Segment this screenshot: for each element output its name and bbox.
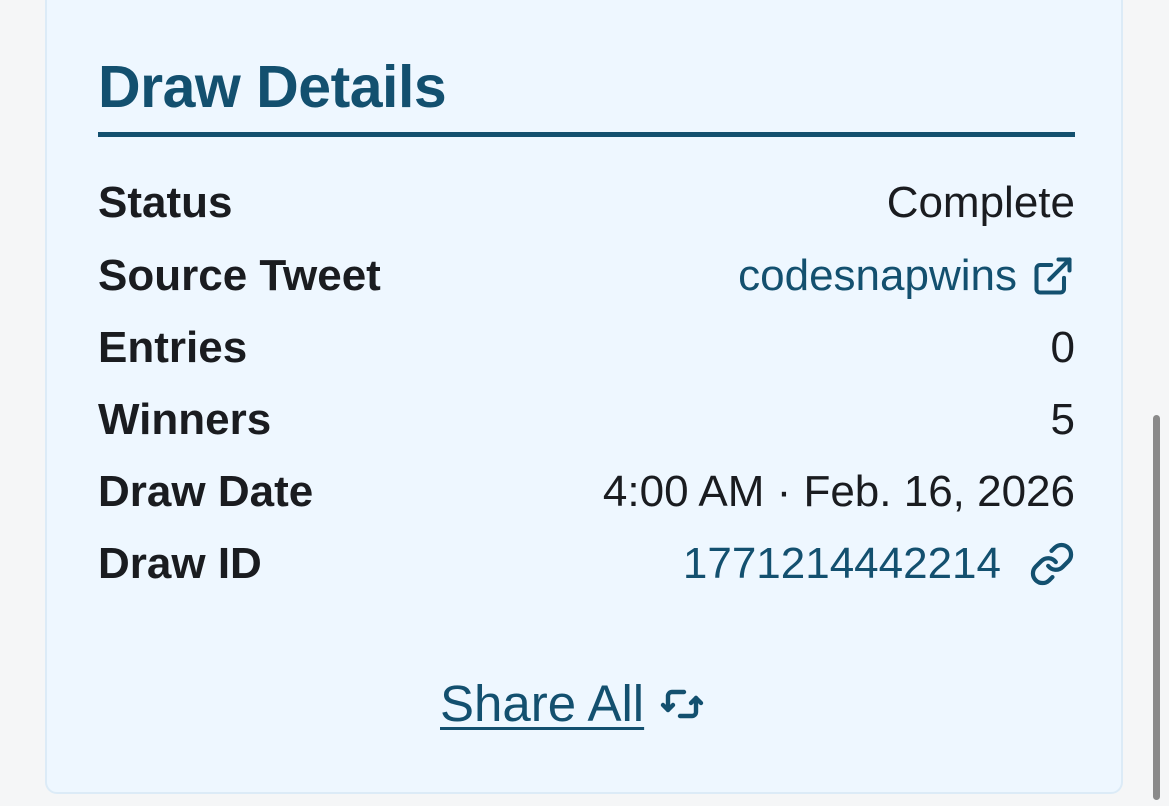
source-tweet-value: codesnapwins <box>738 251 1017 300</box>
draw-date-row: Draw Date 4:00 AM · Feb. 16, 2026 <box>98 460 1075 524</box>
source-tweet-label: Source Tweet <box>98 251 381 300</box>
title-divider <box>98 132 1075 137</box>
winners-label: Winners <box>98 395 272 444</box>
status-label: Status <box>98 178 233 227</box>
draw-id-row: Draw ID 1771214442214 <box>98 532 1075 596</box>
share-all-button[interactable]: Share All <box>440 674 706 733</box>
entries-label: Entries <box>98 323 248 372</box>
external-link-icon <box>1031 254 1075 298</box>
link-icon <box>1029 541 1075 587</box>
winners-value: 5 <box>1050 395 1075 444</box>
draw-details-title: Draw Details <box>98 54 447 120</box>
entries-row: Entries 0 <box>98 316 1075 380</box>
draw-details-card: Draw Details Status Complete Source Twee… <box>45 0 1123 794</box>
entries-value: 0 <box>1050 323 1075 372</box>
winners-row: Winners 5 <box>98 388 1075 452</box>
repeat-icon <box>658 680 706 728</box>
draw-id-value: 1771214442214 <box>682 539 1001 588</box>
draw-id-label: Draw ID <box>98 539 262 588</box>
draw-id-link[interactable]: 1771214442214 <box>683 539 1075 589</box>
source-tweet-link[interactable]: codesnapwins <box>738 251 1075 301</box>
draw-date-value: 4:00 AM · Feb. 16, 2026 <box>602 467 1075 516</box>
share-all-label: Share All <box>440 675 645 732</box>
scrollbar-thumb[interactable] <box>1153 415 1160 800</box>
status-value: Complete <box>886 178 1075 227</box>
source-tweet-row: Source Tweet codesnapwins <box>98 244 1075 308</box>
draw-date-label: Draw Date <box>98 467 314 516</box>
status-row: Status Complete <box>98 171 1075 235</box>
